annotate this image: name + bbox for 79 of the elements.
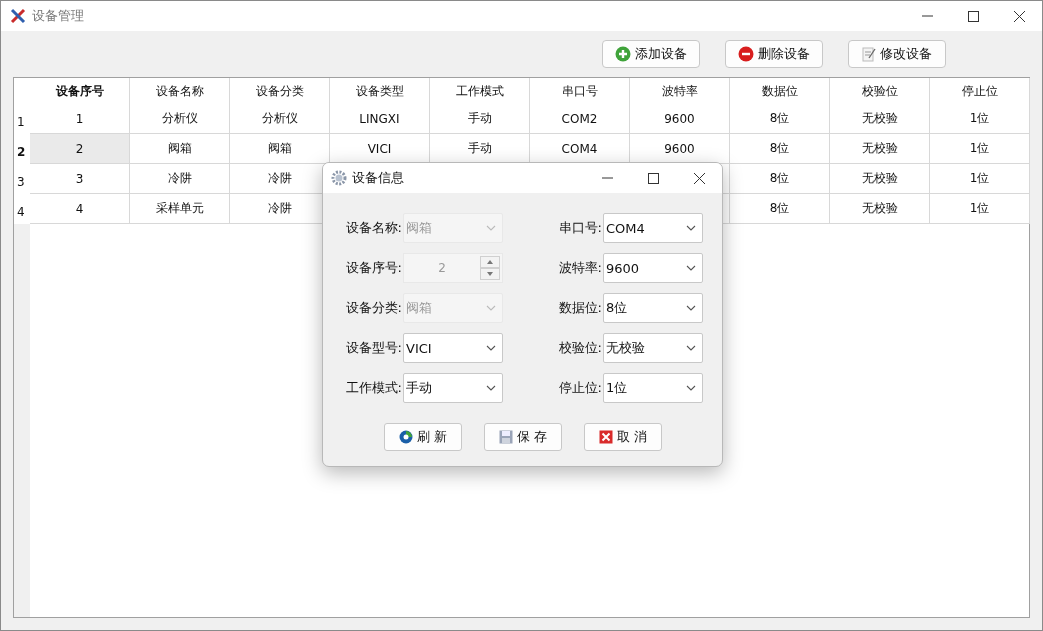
close-icon [693, 172, 705, 184]
toolbar-button[interactable]: 修改设备 [848, 40, 946, 68]
table-cell: LINGXI [330, 104, 430, 134]
chevron-down-icon [686, 385, 696, 391]
dropdown[interactable]: 手动 [403, 373, 503, 403]
table-cell: 无校验 [830, 164, 930, 194]
dialog-button[interactable]: 取 消 [584, 423, 662, 451]
table-cell: 8位 [730, 164, 830, 194]
row-header[interactable]: 1 [14, 104, 30, 134]
field-label: 停止位: [557, 379, 603, 397]
dialog-button[interactable]: 保 存 [484, 423, 562, 451]
chevron-down-icon [686, 305, 696, 311]
table-cell: 阀箱 [130, 134, 230, 164]
table-cell: 1 [30, 104, 130, 134]
tools-icon [10, 8, 26, 24]
table-cell: 9600 [630, 104, 730, 134]
cancel-icon [598, 430, 613, 444]
table-cell: 1位 [930, 134, 1030, 164]
maximize-icon [647, 172, 659, 184]
dropdown[interactable]: VICI [403, 333, 503, 363]
dropdown[interactable]: 9600 [603, 253, 703, 283]
field-label: 设备型号: [344, 339, 403, 357]
field-label: 工作模式: [344, 379, 403, 397]
table-cell: 冷阱 [130, 164, 230, 194]
table-cell: 1位 [930, 104, 1030, 134]
maximize-icon [967, 10, 979, 22]
table-cell: 手动 [430, 104, 530, 134]
window-title: 设备管理 [32, 7, 85, 25]
table-cell: 1位 [930, 194, 1030, 224]
chevron-down-icon [486, 385, 496, 391]
refresh-icon [398, 430, 413, 444]
row-header[interactable]: 3 [14, 164, 30, 194]
field-label: 设备分类: [344, 299, 403, 317]
note-pencil-icon [862, 46, 876, 62]
table-cell: 分析仪 [130, 104, 230, 134]
table-cell: 分析仪 [230, 104, 330, 134]
chevron-down-icon [686, 225, 696, 231]
field-label: 串口号: [557, 219, 603, 237]
table-cell: 阀箱 [230, 134, 330, 164]
chevron-down-icon [686, 265, 696, 271]
dropdown[interactable]: 8位 [603, 293, 703, 323]
table-cell: 4 [30, 194, 130, 224]
table-cell: 采样单元 [130, 194, 230, 224]
field-label: 数据位: [557, 299, 603, 317]
down-arrow-icon [487, 272, 493, 276]
plus-icon [615, 46, 631, 62]
field-label: 设备名称: [344, 219, 403, 237]
toolbar-button[interactable]: 删除设备 [725, 40, 823, 68]
dropdown[interactable]: 无校验 [603, 333, 703, 363]
minimize-icon [921, 15, 933, 17]
chevron-down-icon [486, 225, 496, 231]
field-label: 设备序号: [344, 259, 403, 277]
dropdown[interactable]: 1位 [603, 373, 703, 403]
table-cell: 2 [30, 134, 130, 164]
dialog-button[interactable]: 刷 新 [384, 423, 462, 451]
toolbar-button[interactable]: 添加设备 [602, 40, 700, 68]
table-cell: 3 [30, 164, 130, 194]
table-cell: COM2 [530, 104, 630, 134]
table-cell: 8位 [730, 134, 830, 164]
gear-icon [331, 170, 347, 186]
close-icon [1013, 10, 1025, 22]
chevron-down-icon [486, 305, 496, 311]
table-cell: 无校验 [830, 194, 930, 224]
minimize-icon [601, 177, 613, 179]
up-arrow-icon [487, 260, 493, 264]
field-label: 校验位: [557, 339, 603, 357]
dropdown[interactable]: COM4 [603, 213, 703, 243]
dialog-title: 设备信息 [352, 169, 405, 187]
row-header[interactable]: 2 [14, 134, 30, 164]
table-cell: 无校验 [830, 104, 930, 134]
table-cell: 8位 [730, 104, 830, 134]
chevron-down-icon [486, 345, 496, 351]
table-cell: 1位 [930, 164, 1030, 194]
table-cell: 无校验 [830, 134, 930, 164]
field-label: 波特率: [557, 259, 603, 277]
chevron-down-icon [686, 345, 696, 351]
row-header[interactable]: 4 [14, 194, 30, 224]
table-cell: 8位 [730, 194, 830, 224]
minus-icon [738, 46, 754, 62]
